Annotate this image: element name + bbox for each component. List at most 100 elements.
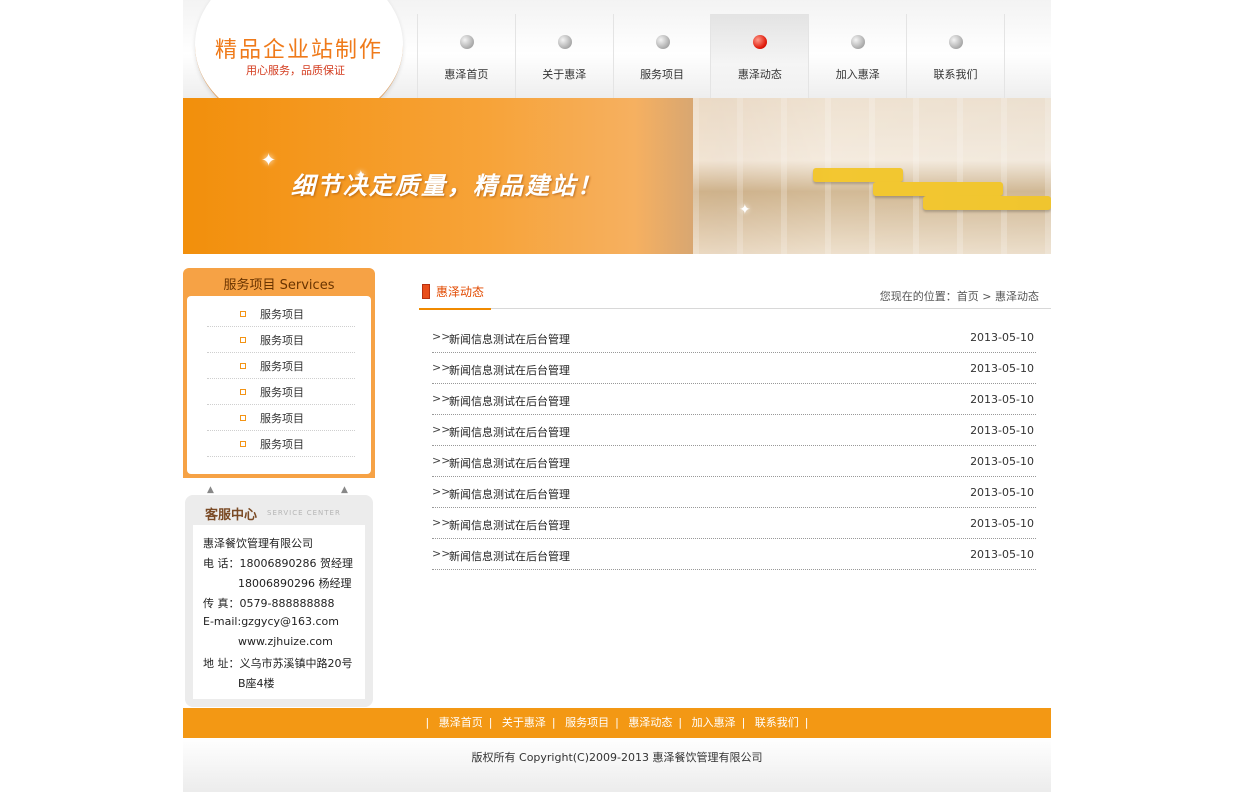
footer-link-news[interactable]: 惠泽动态 bbox=[622, 716, 678, 729]
footer-link-contact[interactable]: 联系我们 bbox=[749, 716, 805, 729]
customer-service-panel: ▲ ▲ 客服中心 SERVICE CENTER 惠泽餐饮管理有限公司 电 话：1… bbox=[185, 485, 373, 707]
news-title[interactable]: 新闻信息测试在后台管理 bbox=[449, 331, 570, 347]
news-title[interactable]: 新闻信息测试在后台管理 bbox=[449, 455, 570, 471]
news-list-item[interactable]: >> 新闻信息测试在后台管理 2013-05-10 bbox=[432, 508, 1036, 539]
double-chevron-icon: >> bbox=[432, 454, 451, 467]
service-item-label: 服务项目 bbox=[260, 308, 304, 321]
news-list-item[interactable]: >> 新闻信息测试在后台管理 2013-05-10 bbox=[432, 353, 1036, 384]
nav-item-news[interactable]: 惠泽动态 bbox=[710, 14, 809, 98]
nav-item-contact[interactable]: 联系我们 bbox=[906, 14, 1005, 98]
footer-link-services[interactable]: 服务项目 bbox=[559, 716, 615, 729]
news-date: 2013-05-10 bbox=[970, 362, 1034, 375]
website-line: www.zjhuize.com bbox=[238, 635, 333, 648]
fax-line: 传 真：0579-888888888 bbox=[203, 597, 335, 610]
nav-item-join[interactable]: 加入惠泽 bbox=[808, 14, 906, 98]
double-chevron-icon: >> bbox=[432, 392, 451, 405]
nav-dot-icon bbox=[557, 35, 572, 49]
customer-service-info: 惠泽餐饮管理有限公司 电 话：18006890286 贺经理 180068902… bbox=[193, 525, 365, 699]
news-list-item[interactable]: >> 新闻信息测试在后台管理 2013-05-10 bbox=[432, 415, 1036, 446]
sparkle-icon: ✦ bbox=[739, 202, 751, 218]
separator: | bbox=[615, 716, 619, 729]
news-title[interactable]: 新闻信息测试在后台管理 bbox=[449, 393, 570, 409]
customer-service-title-en: SERVICE CENTER bbox=[267, 509, 341, 517]
address-line-2: B座4楼 bbox=[238, 677, 275, 690]
service-item-label: 服务项目 bbox=[260, 360, 304, 373]
nav-item-home[interactable]: 惠泽首页 bbox=[417, 14, 515, 98]
news-date: 2013-05-10 bbox=[970, 548, 1034, 561]
nav-dot-icon bbox=[851, 35, 866, 49]
chair-row bbox=[873, 182, 1003, 196]
double-chevron-icon: >> bbox=[432, 330, 451, 343]
chair-row bbox=[813, 168, 903, 182]
news-date: 2013-05-10 bbox=[970, 331, 1034, 344]
separator: | bbox=[741, 716, 746, 729]
service-item[interactable]: 服务项目 bbox=[207, 326, 355, 353]
service-item[interactable]: 服务项目 bbox=[207, 404, 355, 431]
double-chevron-icon: >> bbox=[432, 361, 451, 374]
pin-icon: ▲ bbox=[207, 485, 214, 495]
square-bullet-icon bbox=[240, 363, 246, 369]
nav-label: 联系我们 bbox=[933, 68, 978, 81]
nav-label: 加入惠泽 bbox=[835, 68, 880, 81]
news-list-item[interactable]: >> 新闻信息测试在后台管理 2013-05-10 bbox=[432, 322, 1036, 353]
main-nav: 惠泽首页 关于惠泽 服务项目 惠泽动态 加入惠泽 联系我们 bbox=[417, 14, 1005, 98]
nav-item-about[interactable]: 关于惠泽 bbox=[514, 14, 613, 98]
service-item[interactable]: 服务项目 bbox=[207, 378, 355, 405]
news-title[interactable]: 新闻信息测试在后台管理 bbox=[449, 486, 570, 502]
footer-link-join[interactable]: 加入惠泽 bbox=[686, 716, 742, 729]
separator: | bbox=[804, 716, 809, 729]
service-item-label: 服务项目 bbox=[260, 334, 304, 347]
news-title[interactable]: 新闻信息测试在后台管理 bbox=[449, 424, 570, 440]
sparkle-icon: ✦ bbox=[261, 150, 277, 171]
nav-item-services[interactable]: 服务项目 bbox=[612, 14, 711, 98]
content-header: 惠泽动态 您现在的位置：首页 > 惠泽动态 bbox=[419, 276, 1051, 310]
address-line: 地 址：义乌市苏溪镇中路20号 bbox=[203, 657, 353, 670]
news-date: 2013-05-10 bbox=[970, 486, 1034, 499]
page-title: 惠泽动态 bbox=[436, 285, 485, 299]
service-item[interactable]: 服务项目 bbox=[207, 300, 355, 327]
news-title[interactable]: 新闻信息测试在后台管理 bbox=[449, 517, 570, 533]
phone-line: 电 话：18006890286 贺经理 bbox=[203, 557, 353, 570]
news-list-item[interactable]: >> 新闻信息测试在后台管理 2013-05-10 bbox=[432, 384, 1036, 415]
page-wrapper: 精品企业站制作 用心服务，品质保证 惠泽首页 关于惠泽 服务项目 惠泽动态 加入… bbox=[183, 0, 1051, 811]
square-bullet-icon bbox=[240, 389, 246, 395]
company-name: 惠泽餐饮管理有限公司 bbox=[203, 537, 313, 550]
news-list-item[interactable]: >> 新闻信息测试在后台管理 2013-05-10 bbox=[432, 477, 1036, 508]
nav-dot-active-icon bbox=[753, 35, 768, 49]
hero-banner: ✦ ✦ ✦ 细节决定质量，精品建站！ bbox=[183, 98, 1051, 254]
footer-link-home[interactable]: 惠泽首页 bbox=[433, 716, 489, 729]
logo-subtitle: 用心服务，品质保证 bbox=[246, 64, 345, 77]
nav-dot-icon bbox=[655, 35, 670, 49]
service-item[interactable]: 服务项目 bbox=[207, 352, 355, 379]
square-bullet-icon bbox=[240, 311, 246, 317]
news-list-item[interactable]: >> 新闻信息测试在后台管理 2013-05-10 bbox=[432, 446, 1036, 477]
square-bullet-icon bbox=[240, 337, 246, 343]
service-item[interactable]: 服务项目 bbox=[207, 430, 355, 457]
banner-slogan: 细节决定质量，精品建站！ bbox=[291, 172, 603, 200]
nav-label: 惠泽动态 bbox=[737, 68, 782, 81]
pin-icon: ▲ bbox=[341, 485, 348, 495]
news-date: 2013-05-10 bbox=[970, 517, 1034, 530]
services-list: 服务项目 服务项目 服务项目 服务项目 服务项目 服务项目 bbox=[187, 296, 371, 474]
chair-row bbox=[923, 196, 1051, 210]
news-date: 2013-05-10 bbox=[970, 393, 1034, 406]
footer-link-about[interactable]: 关于惠泽 bbox=[496, 716, 552, 729]
news-title[interactable]: 新闻信息测试在后台管理 bbox=[449, 362, 570, 378]
customer-service-title: 客服中心 bbox=[205, 508, 258, 523]
service-item-label: 服务项目 bbox=[260, 412, 304, 425]
news-list-item[interactable]: >> 新闻信息测试在后台管理 2013-05-10 bbox=[432, 539, 1036, 570]
square-bullet-icon bbox=[240, 415, 246, 421]
service-item-label: 服务项目 bbox=[260, 438, 304, 451]
footer-nav: | 惠泽首页 | 关于惠泽 | 服务项目 | 惠泽动态 | 加入惠泽 | 联系我们 | bbox=[183, 708, 1051, 738]
service-item-label: 服务项目 bbox=[260, 386, 304, 399]
separator: | bbox=[488, 716, 493, 729]
phone-line-2: 18006890296 杨经理 bbox=[238, 577, 352, 590]
services-panel: 服务项目 Services 服务项目 服务项目 服务项目 服务项目 服务项目 服… bbox=[183, 268, 375, 478]
nav-dot-icon bbox=[460, 35, 474, 49]
nav-label: 惠泽首页 bbox=[444, 68, 489, 81]
breadcrumb: 您现在的位置：首页 > 惠泽动态 bbox=[879, 290, 1039, 303]
separator: | bbox=[551, 716, 556, 729]
news-title[interactable]: 新闻信息测试在后台管理 bbox=[449, 548, 570, 564]
banner-restaurant-photo bbox=[693, 98, 1051, 254]
news-date: 2013-05-10 bbox=[970, 424, 1034, 437]
